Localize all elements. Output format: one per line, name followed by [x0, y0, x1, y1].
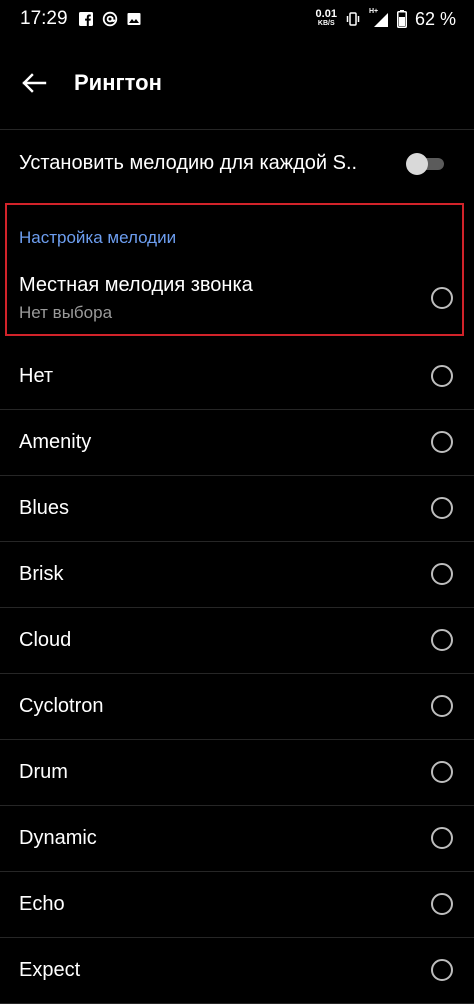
ringtone-radio[interactable] — [431, 629, 453, 651]
ringtone-label: Expect — [19, 959, 81, 981]
ringtone-label: Echo — [19, 893, 65, 915]
back-button[interactable] — [4, 53, 64, 113]
signal-group: H+ — [369, 8, 389, 28]
battery-percent: 62 % — [414, 8, 456, 29]
ringtone-row[interactable]: Dynamic — [0, 806, 474, 872]
ringtone-row[interactable]: Drum — [0, 740, 474, 806]
battery-icon — [396, 10, 407, 28]
ringtone-row[interactable]: Brisk — [0, 542, 474, 608]
ringtone-label: Нет — [19, 365, 54, 387]
ringtone-radio[interactable] — [431, 827, 453, 849]
image-icon — [127, 13, 141, 25]
page-title: Рингтон — [74, 70, 162, 95]
ringtone-row[interactable]: Echo — [0, 872, 474, 938]
ringtone-radio[interactable] — [431, 563, 453, 585]
local-ringtone-title: Местная мелодия звонка — [19, 274, 253, 296]
ringtone-row[interactable]: Cloud — [0, 608, 474, 674]
vibrate-icon — [346, 12, 360, 26]
ringtone-row[interactable]: Cyclotron — [0, 674, 474, 740]
ringtone-radio[interactable] — [431, 695, 453, 717]
ringtone-radio[interactable] — [431, 497, 453, 519]
ringtone-label: Drum — [19, 761, 68, 783]
ringtone-radio[interactable] — [431, 761, 453, 783]
ringtone-label: Amenity — [19, 431, 92, 453]
app-bar: Рингтон — [0, 50, 474, 116]
ringtone-label: Dynamic — [19, 827, 97, 849]
network-speed-value: 0.01 — [315, 8, 337, 20]
ringtone-row[interactable]: Amenity — [0, 410, 474, 476]
ringtone-list: Нет Amenity Blues Brisk Cloud Cyclotron Drum Dy… — [0, 344, 474, 1004]
toggle-label: Установить мелодию для каждой S.. — [19, 151, 358, 174]
at-sign-icon — [102, 11, 117, 27]
status-notification-icons — [78, 11, 142, 27]
status-bar: 17:29 0.01 KB/S H+ 62 % — [0, 0, 474, 38]
ringtone-row[interactable]: Нет — [0, 344, 474, 410]
local-ringtone-radio[interactable] — [431, 287, 453, 309]
per-sim-ringtone-setting[interactable]: Установить мелодию для каждой S.. — [0, 130, 474, 196]
network-speed: 0.01 KB/S — [315, 8, 337, 28]
cell-signal-icon — [373, 13, 388, 27]
ringtone-radio[interactable] — [431, 365, 453, 387]
ringtone-label: Blues — [19, 497, 70, 519]
local-ringtone-row[interactable] — [5, 262, 464, 334]
ringtone-radio[interactable] — [431, 893, 453, 915]
network-speed-unit: KB/S — [317, 20, 335, 27]
ringtone-label: Cloud — [19, 629, 72, 651]
status-time: 17:29 — [20, 8, 68, 29]
switch-thumb — [406, 153, 428, 175]
ringtone-radio[interactable] — [431, 431, 453, 453]
facebook-icon — [78, 12, 93, 26]
ringtone-label: Cyclotron — [19, 695, 104, 717]
status-system-icons: 0.01 KB/S H+ 62 % — [315, 8, 456, 30]
local-ringtone-subtitle: Нет выбора — [19, 303, 113, 322]
ringtone-row[interactable]: Blues — [0, 476, 474, 542]
ringtone-row[interactable]: Expect — [0, 938, 474, 1004]
arrow-left-icon — [22, 73, 47, 93]
ringtone-label: Brisk — [19, 563, 64, 585]
ringtone-radio[interactable] — [431, 959, 453, 981]
per-sim-ringtone-switch[interactable] — [406, 153, 444, 175]
section-header: Настройка мелодии — [19, 228, 177, 247]
